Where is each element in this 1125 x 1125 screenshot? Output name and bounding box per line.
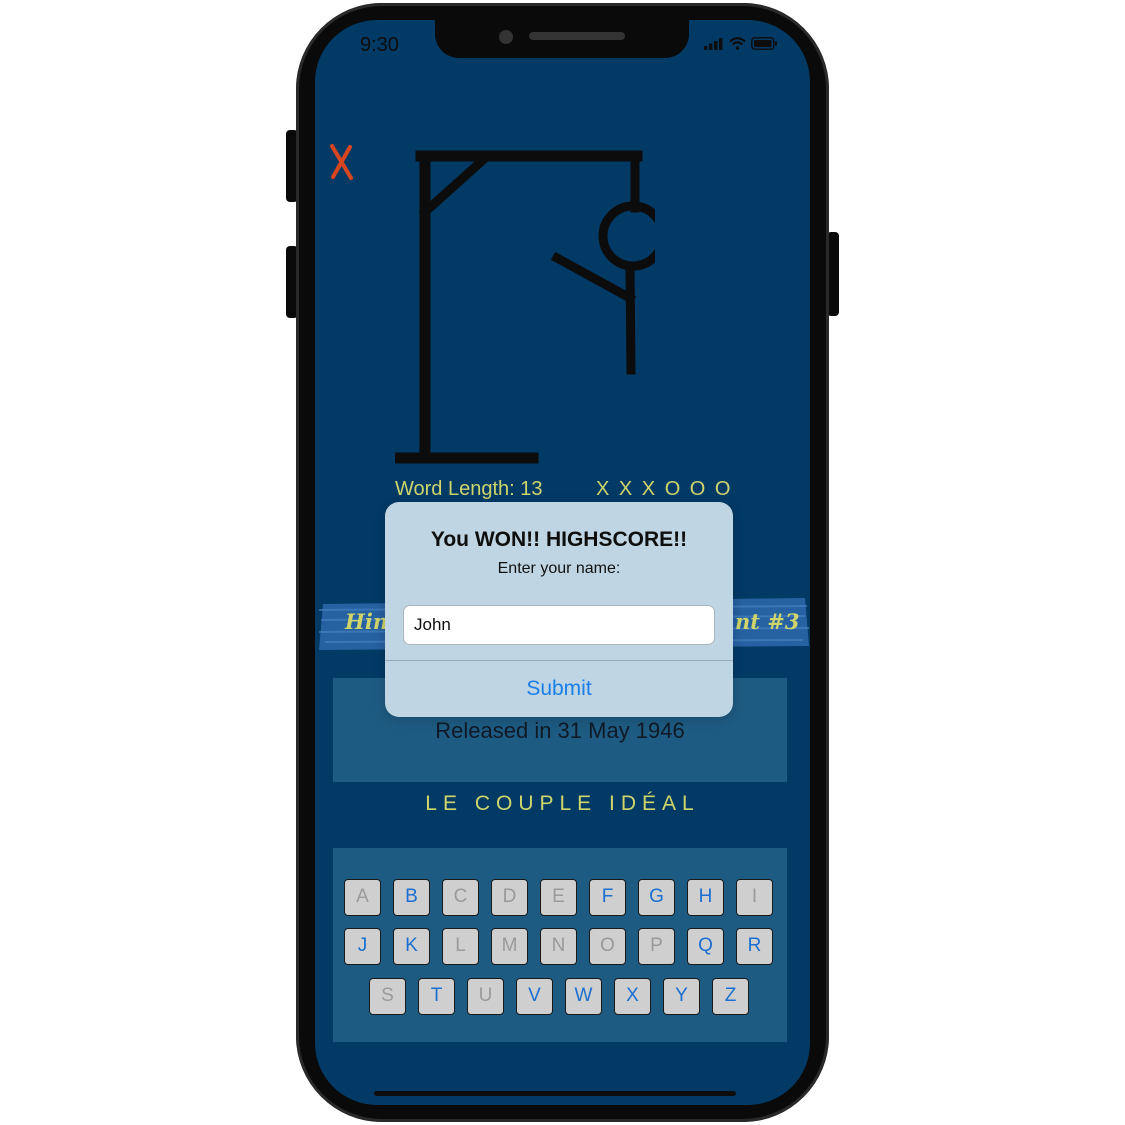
key-u[interactable]: U <box>467 978 504 1015</box>
hangman-body <box>625 261 636 375</box>
home-indicator <box>374 1091 736 1096</box>
alert-title: You WON!! HIGHSCORE!! <box>430 528 688 551</box>
status-icons <box>704 37 778 50</box>
notch <box>435 20 689 58</box>
key-l[interactable]: L <box>442 928 479 965</box>
hint-label-right: nt #3 <box>735 609 800 634</box>
key-x[interactable]: X <box>614 978 651 1015</box>
answer-word: LE COUPLE IDÉAL <box>425 792 700 815</box>
key-j[interactable]: J <box>344 928 381 965</box>
key-n[interactable]: N <box>540 928 577 965</box>
key-z[interactable]: Z <box>712 978 749 1015</box>
key-v[interactable]: V <box>516 978 553 1015</box>
key-s[interactable]: S <box>369 978 406 1015</box>
hint-text: Released in 31 May 1946 <box>435 718 685 743</box>
key-w[interactable]: W <box>565 978 602 1015</box>
key-y[interactable]: Y <box>663 978 700 1015</box>
key-h[interactable]: H <box>687 879 724 916</box>
hangman-head <box>598 201 655 271</box>
key-p[interactable]: P <box>638 928 675 965</box>
key-f[interactable]: F <box>589 879 626 916</box>
camera <box>499 30 513 44</box>
app-screen: 9:30 Word Length: 13 X X X O O O Hin nt … <box>315 20 810 1105</box>
key-r[interactable]: R <box>736 928 773 965</box>
word-length: Word Length: 13 <box>395 478 543 500</box>
close-x-icon[interactable] <box>329 144 355 180</box>
key-g[interactable]: G <box>638 879 675 916</box>
key-e[interactable]: E <box>540 879 577 916</box>
miss-counter: X X X O O O <box>596 478 733 500</box>
key-o[interactable]: O <box>589 928 626 965</box>
battery-icon <box>751 37 777 50</box>
wifi-icon <box>729 37 746 50</box>
letter-keyboard: ABCDEFGHI JKLMNOPQR STUVWXYZ <box>333 848 787 1042</box>
cellular-signal-icon <box>704 38 723 50</box>
alert-message: Enter your name: <box>497 560 621 577</box>
key-a[interactable]: A <box>344 879 381 916</box>
key-i[interactable]: I <box>736 879 773 916</box>
key-b[interactable]: B <box>393 879 430 916</box>
key-t[interactable]: T <box>418 978 455 1015</box>
key-d[interactable]: D <box>491 879 528 916</box>
status-time: 9:30 <box>360 34 399 56</box>
highscore-alert: You WON!! HIGHSCORE!! Enter your name: S… <box>385 502 733 717</box>
key-k[interactable]: K <box>393 928 430 965</box>
hint-label-left: Hin <box>345 609 389 634</box>
name-input[interactable] <box>403 605 715 645</box>
key-q[interactable]: Q <box>687 928 724 965</box>
key-m[interactable]: M <box>491 928 528 965</box>
gallows-brace <box>418 153 490 219</box>
submit-button[interactable]: Submit <box>385 661 733 717</box>
hangman-drawing <box>395 150 655 464</box>
key-c[interactable]: C <box>442 879 479 916</box>
speaker <box>529 32 625 40</box>
